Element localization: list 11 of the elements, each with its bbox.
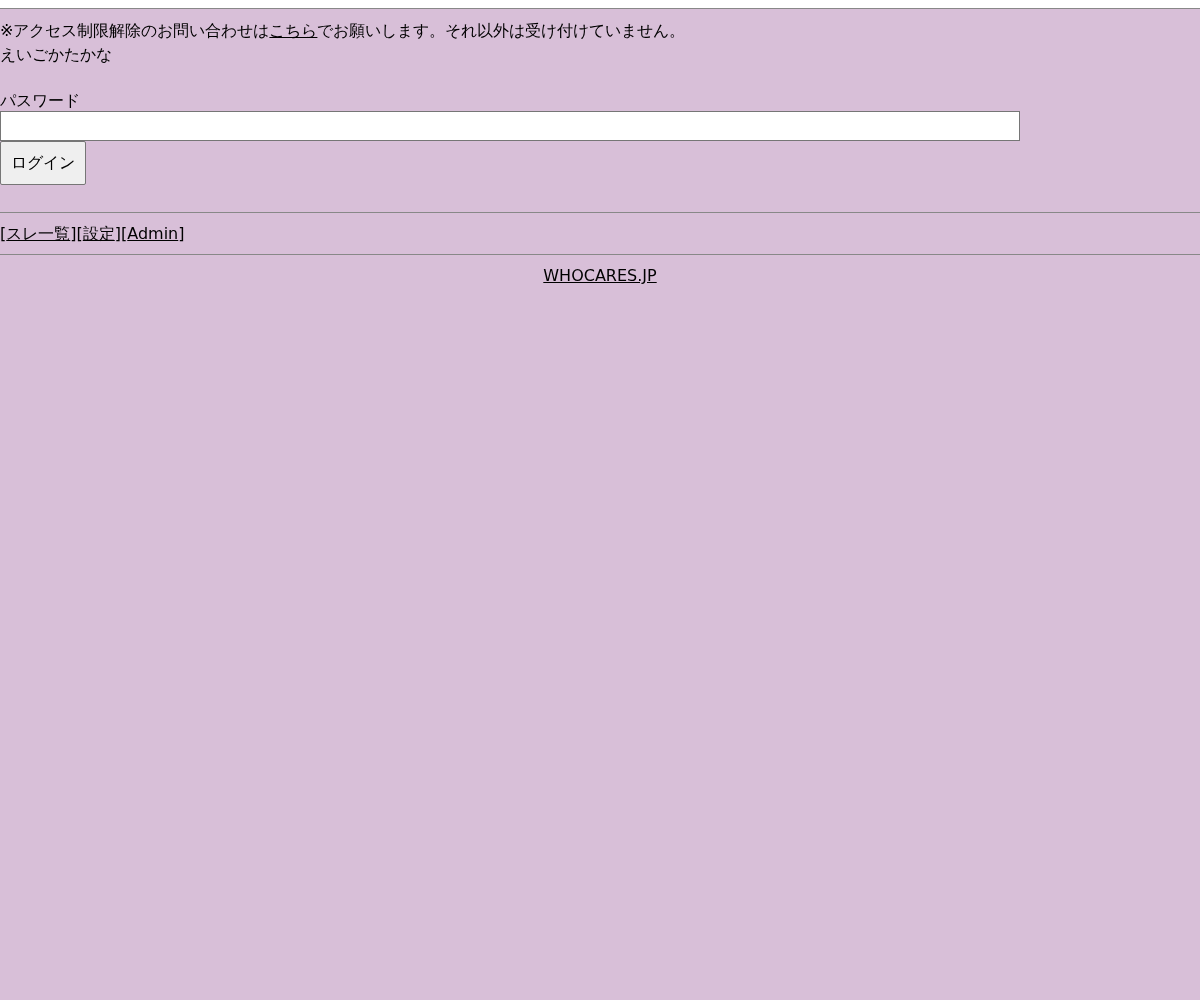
login-button[interactable]: ログイン [0,141,86,185]
nav-link[interactable]: スレ一覧 [6,224,71,243]
nav-link[interactable]: Admin [127,224,179,243]
contact-link[interactable]: こちら [269,21,318,40]
nav-links: [スレ一覧][設定][Admin] [0,223,186,245]
password-label: パスワード [0,91,81,111]
password-field[interactable] [0,111,1020,141]
footer-link[interactable]: WHOCARES.JP [543,266,657,285]
access-notice: ※アクセス制限解除のお問い合わせはこちらでお願いします。それ以外は受け付けていません。 [0,20,687,42]
nav-link[interactable]: 設定 [82,224,115,243]
subtext: えいごかたかな [0,44,113,66]
